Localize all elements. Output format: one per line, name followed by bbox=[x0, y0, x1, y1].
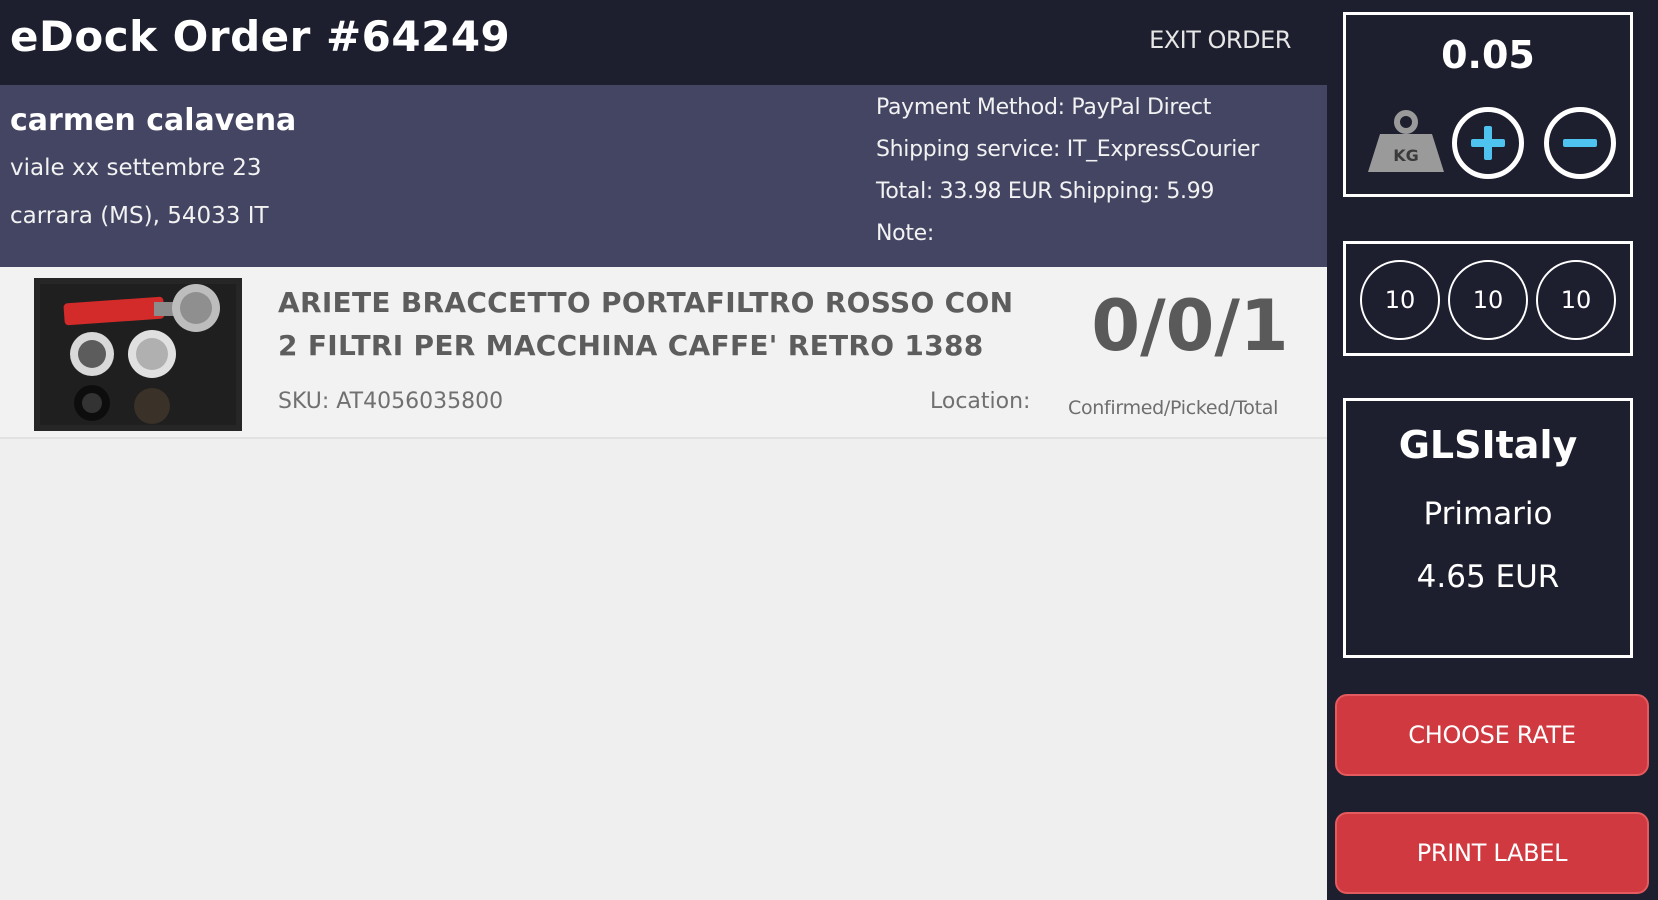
shipping-sidebar: 0.05 KG 10 10 10 GLSItaly Primario 4.65 … bbox=[1327, 0, 1658, 900]
product-image bbox=[34, 278, 242, 431]
dimension-length[interactable]: 10 bbox=[1360, 260, 1440, 340]
quantity-caption: Confirmed/Picked/Total bbox=[1068, 397, 1279, 419]
dimension-height[interactable]: 10 bbox=[1536, 260, 1616, 340]
exit-order-button[interactable]: EXIT ORDER bbox=[1140, 26, 1300, 54]
carrier-service: Primario bbox=[1423, 496, 1553, 532]
weight-panel: 0.05 KG bbox=[1343, 12, 1633, 197]
order-totals: Total: 33.98 EUR Shipping: 5.99 bbox=[876, 179, 1215, 204]
choose-rate-button[interactable]: CHOOSE RATE bbox=[1335, 694, 1649, 776]
weight-value: 0.05 bbox=[1441, 33, 1535, 77]
dimensions-panel: 10 10 10 bbox=[1343, 241, 1633, 356]
shipping-service: Shipping service: IT_ExpressCourier bbox=[876, 137, 1260, 162]
carrier-name: GLSItaly bbox=[1398, 423, 1578, 467]
address-line-1: viale xx settembre 23 bbox=[10, 155, 262, 181]
payment-method: Payment Method: PayPal Direct bbox=[876, 95, 1212, 120]
kg-unit-label: KG bbox=[1393, 146, 1419, 165]
customer-name: carmen calavena bbox=[10, 103, 297, 138]
order-item-row[interactable]: ARIETE BRACCETTO PORTAFILTRO ROSSO CON 2… bbox=[0, 267, 1327, 439]
customer-panel: carmen calavena viale xx settembre 23 ca… bbox=[0, 85, 1327, 267]
plus-icon bbox=[1471, 126, 1505, 160]
product-title: ARIETE BRACCETTO PORTAFILTRO ROSSO CON 2… bbox=[278, 286, 1014, 362]
main-content: eDock Order #64249 EXIT ORDER carmen cal… bbox=[0, 0, 1327, 900]
decrease-weight-button[interactable] bbox=[1544, 107, 1616, 179]
top-bar: eDock Order #64249 EXIT ORDER bbox=[0, 0, 1327, 85]
order-title: eDock Order #64249 bbox=[10, 12, 511, 61]
location-label: Location: bbox=[930, 389, 1031, 414]
quantity-count: 0/0/1 bbox=[1091, 285, 1289, 367]
address-line-2: carrara (MS), 54033 IT bbox=[10, 203, 269, 229]
carrier-price: 4.65 EUR bbox=[1416, 559, 1560, 595]
increase-weight-button[interactable] bbox=[1452, 107, 1524, 179]
kg-weight-icon: KG bbox=[1366, 110, 1446, 174]
product-sku: SKU: AT4056035800 bbox=[278, 389, 504, 414]
dimension-width[interactable]: 10 bbox=[1448, 260, 1528, 340]
order-note: Note: bbox=[876, 221, 934, 246]
selected-rate-panel: GLSItaly Primario 4.65 EUR bbox=[1343, 398, 1633, 658]
minus-icon bbox=[1563, 139, 1597, 147]
print-label-button[interactable]: PRINT LABEL bbox=[1335, 812, 1649, 894]
